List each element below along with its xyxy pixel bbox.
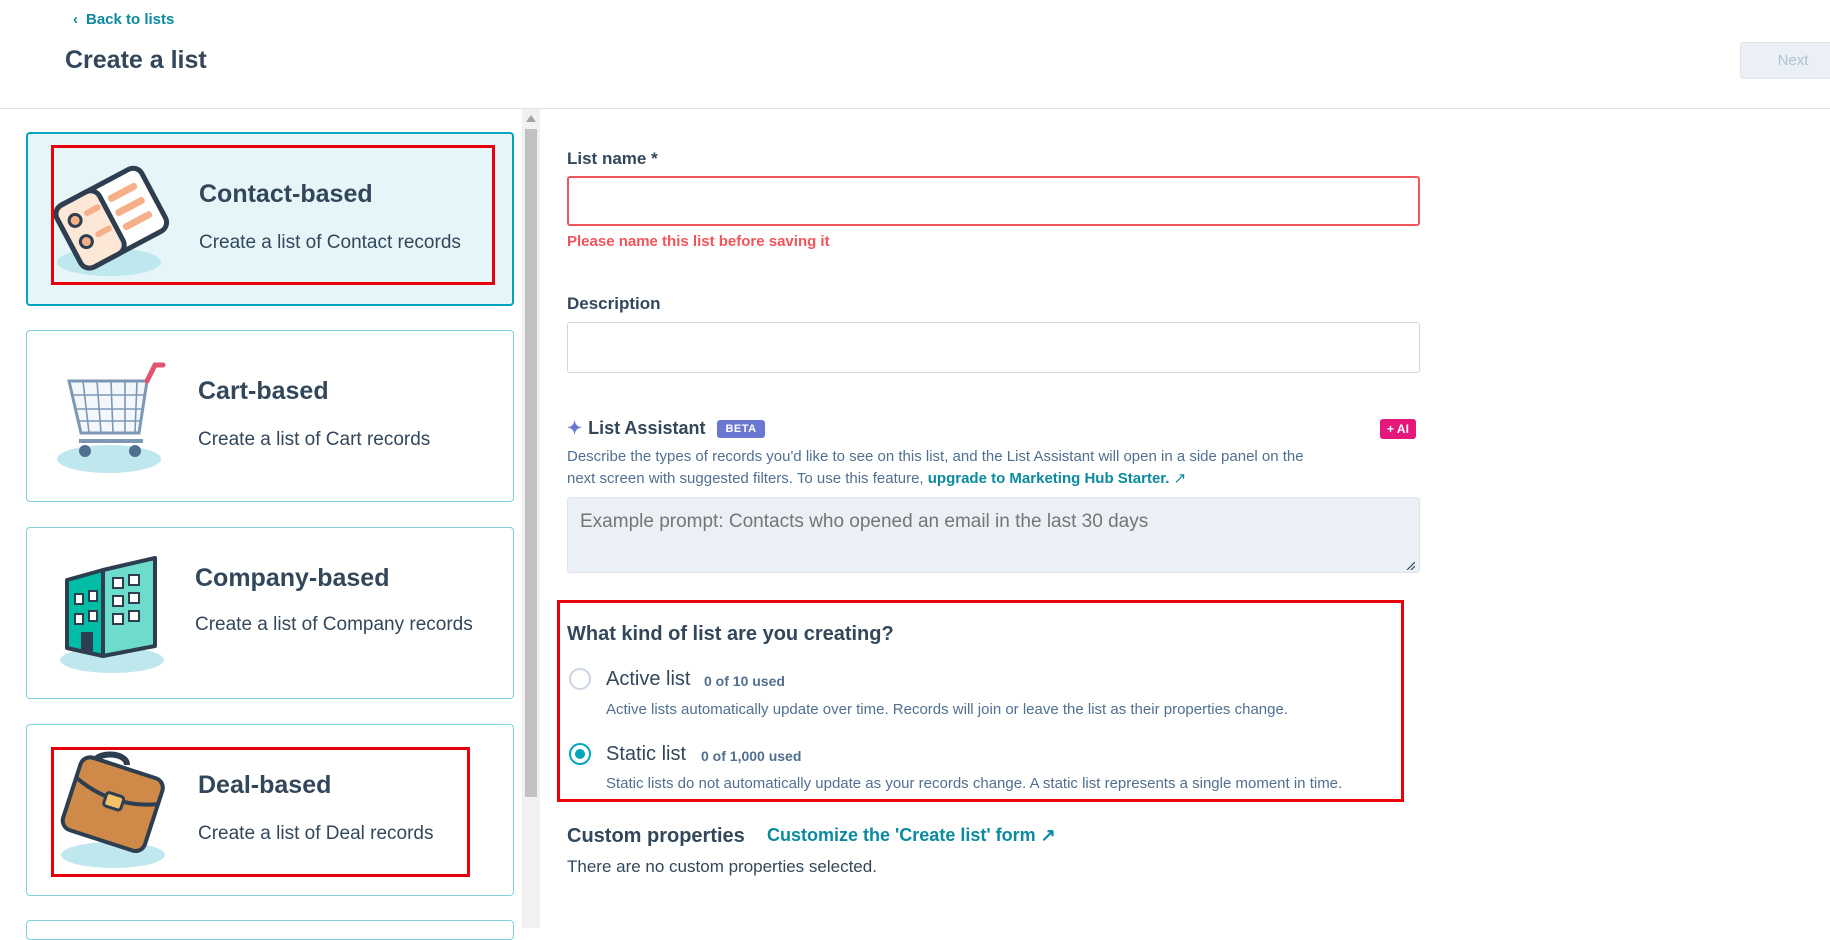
card-company-based[interactable]: Company-based Create a list of Company r… — [26, 527, 514, 699]
list-kind-question: What kind of list are you creating? — [567, 623, 894, 645]
external-link-icon: ↗ — [1040, 825, 1056, 845]
sparkle-icon: ✦ — [567, 418, 583, 438]
card-title: Company-based — [195, 564, 390, 592]
list-assistant-title: List Assistant — [588, 418, 706, 438]
card-description: Create a list of Contact records — [199, 232, 461, 253]
active-list-radio[interactable] — [569, 668, 591, 690]
card-description: Create a list of Company records — [195, 614, 473, 635]
list-name-error: Please name this list before saving it — [567, 233, 830, 250]
scrollbar-thumb[interactable] — [525, 129, 537, 797]
external-link-icon: ↗ — [1173, 470, 1187, 487]
contact-card-icon — [54, 165, 170, 276]
briefcase-icon — [60, 751, 165, 868]
shopping-cart-icon — [57, 362, 166, 473]
card-description: Create a list of Deal records — [198, 823, 434, 844]
description-input[interactable] — [567, 322, 1420, 373]
list-name-label: List name * — [567, 149, 658, 168]
static-list-usage: 0 of 1,000 used — [701, 748, 802, 764]
chevron-left-icon: ‹ — [73, 11, 78, 28]
upgrade-link[interactable]: upgrade to Marketing Hub Starter. — [928, 470, 1170, 487]
next-button[interactable]: Next — [1740, 42, 1830, 79]
scroll-up-arrow-icon[interactable] — [526, 115, 536, 122]
back-link-label: Back to lists — [86, 11, 175, 28]
card-partial[interactable] — [26, 920, 514, 940]
active-list-description: Active lists automatically update over t… — [606, 701, 1288, 718]
description-label: Description — [567, 294, 661, 313]
page-header: ‹ Back to lists Create a list Next — [0, 0, 1830, 109]
building-icon — [60, 556, 164, 673]
resize-handle-icon[interactable] — [1405, 560, 1415, 570]
ai-badge: + AI — [1380, 419, 1416, 439]
static-list-description: Static lists do not automatically update… — [606, 775, 1343, 792]
card-deal-based[interactable]: Deal-based Create a list of Deal records — [26, 724, 514, 896]
card-title: Cart-based — [198, 377, 329, 405]
back-to-lists-link[interactable]: ‹ Back to lists — [73, 11, 174, 28]
card-title: Deal-based — [198, 771, 332, 799]
custom-properties-title: Custom properties — [567, 825, 745, 847]
page-title: Create a list — [65, 46, 207, 74]
customize-form-link[interactable]: Customize the 'Create list' form ↗ — [767, 825, 1056, 846]
card-title: Contact-based — [199, 180, 373, 208]
static-list-label[interactable]: Static list — [606, 743, 686, 766]
card-description: Create a list of Cart records — [198, 429, 431, 450]
left-scrollbar[interactable] — [522, 109, 540, 928]
static-list-radio[interactable] — [569, 743, 591, 765]
card-contact-based[interactable]: Contact-based Create a list of Contact r… — [26, 132, 514, 306]
list-assistant-description: Describe the types of records you'd like… — [567, 448, 1304, 487]
active-list-usage: 0 of 10 used — [704, 673, 785, 689]
card-cart-based[interactable]: Cart-based Create a list of Cart records — [26, 330, 514, 502]
list-assistant-header: ✦ List Assistant BETA — [567, 418, 765, 439]
beta-badge: BETA — [717, 419, 765, 438]
assistant-prompt-input[interactable] — [567, 497, 1420, 573]
custom-properties-empty: There are no custom properties selected. — [567, 857, 877, 876]
list-name-input[interactable] — [567, 176, 1420, 226]
active-list-label[interactable]: Active list — [606, 668, 690, 691]
